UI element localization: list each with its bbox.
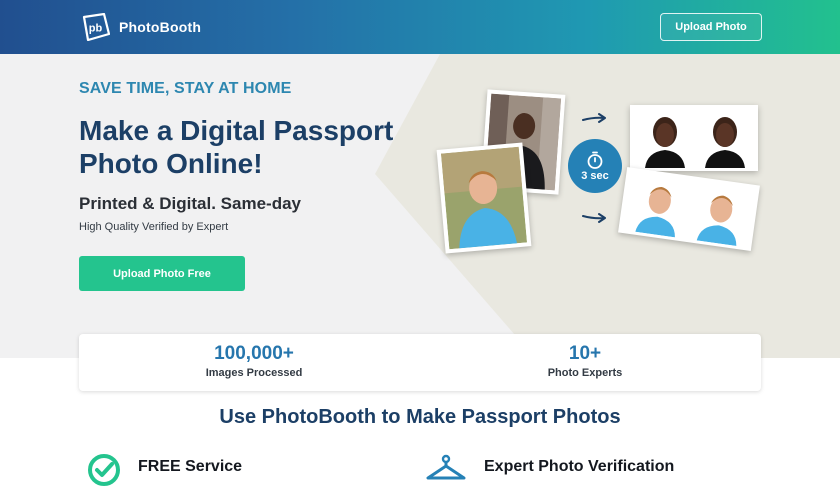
upload-photo-free-button[interactable]: Upload Photo Free: [79, 256, 245, 291]
hanger-icon: [426, 454, 466, 480]
hero-tagline: SAVE TIME, STAY AT HOME: [79, 80, 292, 97]
stat-value: 10+: [568, 343, 602, 364]
stat-label: Images Processed: [205, 367, 303, 379]
photobooth-logo-icon: pb: [82, 13, 110, 41]
hero-headline: Make a Digital Passport Photo Online!: [79, 115, 394, 179]
upload-photo-button[interactable]: Upload Photo: [660, 13, 762, 41]
hero-smalltext: High Quality Verified by Expert: [79, 221, 229, 233]
timer-label: 3 sec: [581, 169, 609, 182]
source-photo-boy: [436, 142, 532, 254]
hero-subhead: Printed & Digital. Same-day: [79, 194, 301, 213]
boy-photo-image: [440, 146, 528, 250]
stat-label: Photo Experts: [547, 367, 623, 379]
stat-photo-experts: 10+ Photo Experts: [485, 342, 685, 379]
passport-photos-woman: [630, 105, 758, 171]
stat-images-processed: 100,000+ Images Processed: [154, 342, 354, 379]
processing-timer: 3 sec: [568, 139, 622, 193]
stopwatch-icon: [587, 151, 603, 169]
brand-name: PhotoBooth: [119, 19, 202, 35]
logo-mark-letters: pb: [89, 23, 103, 35]
check-circle-icon: [88, 454, 120, 486]
section-title: Use PhotoBooth to Make Passport Photos: [219, 406, 621, 428]
stats-bar: 100,000+ Images Processed 10+ Photo Expe…: [79, 334, 761, 391]
arrow-right-icon: [582, 213, 606, 223]
feature-expert-verification: Expert Photo Verification: [424, 452, 674, 488]
stat-value: 100,000+: [214, 343, 294, 364]
woman-passport-image: [633, 108, 755, 168]
feature-title: Expert Photo Verification: [484, 458, 675, 475]
feature-title: FREE Service: [138, 458, 243, 475]
feature-free-service: FREE Service: [86, 452, 242, 488]
boy-passport-image: [621, 170, 757, 248]
site-header: pb PhotoBooth Upload Photo: [0, 0, 840, 54]
brand-logo[interactable]: pb PhotoBooth: [80, 13, 201, 41]
arrow-right-icon: [582, 113, 606, 123]
